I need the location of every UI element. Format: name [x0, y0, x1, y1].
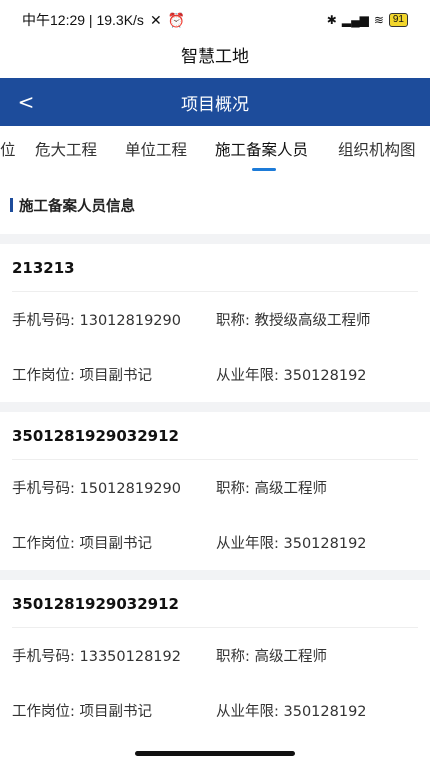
phone-label: 手机号码:	[12, 313, 75, 329]
person-row: 工作岗位: 项目副书记 从业年限: 350128192	[12, 515, 418, 570]
tab-bar: 位 危大工程 单位工程 施工备案人员 组织机构图	[0, 126, 430, 176]
person-name: 3501281929032912	[12, 580, 418, 628]
title-label: 职称:	[216, 481, 250, 497]
person-name: 3501281929032912	[12, 412, 418, 460]
title-value: 高级工程师	[254, 649, 328, 665]
title-label: 职称:	[216, 649, 250, 665]
section-header: 施工备案人员信息	[0, 176, 430, 234]
title-value: 高级工程师	[254, 481, 328, 497]
section-accent-bar	[10, 198, 13, 212]
years-value: 350128192	[283, 536, 367, 552]
years-label: 从业年限:	[216, 368, 279, 384]
back-button[interactable]: <	[14, 78, 38, 126]
nav-bar: < 项目概况	[0, 78, 430, 126]
person-row: 手机号码: 13012819290 职称: 教授级高级工程师	[12, 292, 418, 347]
person-card[interactable]: 3501281929032912 手机号码: 13350128192 职称: 高…	[0, 580, 430, 738]
status-left: 中午12:29 | 19.3K/s ✕ ⏰	[22, 10, 185, 30]
bluetooth-icon: ✱	[326, 13, 337, 27]
phone-value: 13012819290	[79, 313, 181, 329]
post-label: 工作岗位:	[12, 368, 75, 384]
wifi-icon: ≋	[373, 13, 384, 27]
phone-label: 手机号码:	[12, 481, 75, 497]
phone-value: 15012819290	[79, 481, 181, 497]
mute-icon: ✕	[149, 11, 162, 28]
post-value: 项目副书记	[79, 536, 153, 552]
bottom-safe-area	[0, 718, 430, 765]
tab-org-chart[interactable]: 组织机构图	[338, 126, 416, 176]
signal-icon: ▂▄▆	[341, 13, 369, 27]
chevron-left-icon: <	[17, 90, 35, 114]
active-tab-indicator	[252, 168, 276, 171]
page-title: 项目概况	[181, 94, 249, 115]
status-right: ✱ ▂▄▆ ≋ 91	[327, 13, 408, 27]
title-label: 职称:	[216, 313, 250, 329]
person-row: 手机号码: 13350128192 职称: 高级工程师	[12, 628, 418, 683]
phone-label: 手机号码:	[12, 649, 75, 665]
app-title: 智慧工地	[0, 40, 430, 78]
phone-value: 13350128192	[79, 649, 181, 665]
person-card[interactable]: 3501281929032912 手机号码: 15012819290 职称: 高…	[0, 412, 430, 570]
section-title: 施工备案人员信息	[19, 198, 135, 215]
battery-icon: 91	[388, 13, 408, 27]
home-indicator[interactable]	[135, 751, 295, 756]
years-value: 350128192	[283, 368, 367, 384]
title-value: 教授级高级工程师	[254, 313, 371, 329]
person-name: 213213	[12, 244, 418, 292]
status-time-network: 中午12:29 | 19.3K/s	[22, 12, 144, 28]
tab-dangerous-projects[interactable]: 危大工程	[35, 126, 97, 176]
tab-unit-projects[interactable]: 单位工程	[125, 126, 187, 176]
person-row: 手机号码: 15012819290 职称: 高级工程师	[12, 460, 418, 515]
post-value: 项目副书记	[79, 368, 153, 384]
tab-unit-partial[interactable]: 位	[0, 126, 16, 176]
person-row: 工作岗位: 项目副书记 从业年限: 350128192	[12, 347, 418, 402]
years-label: 从业年限:	[216, 536, 279, 552]
status-bar: 中午12:29 | 19.3K/s ✕ ⏰ ✱ ▂▄▆ ≋ 91	[0, 0, 430, 40]
alarm-icon: ⏰	[167, 11, 186, 28]
post-label: 工作岗位:	[12, 536, 75, 552]
person-card[interactable]: 213213 手机号码: 13012819290 职称: 教授级高级工程师 工作…	[0, 244, 430, 402]
